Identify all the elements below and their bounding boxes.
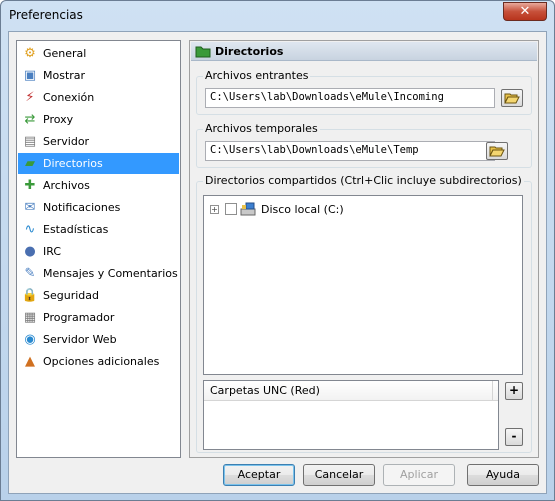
temp-group: Archivos temporales C:\Users\lab\Downloa…: [196, 122, 532, 168]
sidebar-item-label: Notificaciones: [43, 201, 121, 214]
browse-temp-button[interactable]: [486, 142, 508, 160]
sidebar-item-label: Programador: [43, 311, 115, 324]
window-title: Preferencias: [9, 8, 83, 22]
directories-panel: Directorios Archivos entrantes C:\Users\…: [189, 40, 539, 458]
sidebar-item-proxy[interactable]: ⇄ Proxy: [18, 109, 179, 130]
drive-icon: [240, 201, 256, 217]
calendar-icon: ▦: [23, 310, 37, 325]
help-button[interactable]: Ayuda: [467, 464, 539, 486]
sidebar-item-mensajes-y-comentarios[interactable]: ✎ Mensajes y Comentarios: [18, 263, 179, 284]
sidebar-item-label: Mostrar: [43, 69, 86, 82]
shared-label: Directorios compartidos (Ctrl+Clic inclu…: [203, 174, 524, 187]
open-folder-icon: [489, 146, 505, 157]
sidebar-item-label: Estadísticas: [43, 223, 109, 236]
sidebar-item-label: Proxy: [43, 113, 74, 126]
irc-icon: ●: [24, 244, 36, 259]
panel-header: Directorios: [191, 42, 537, 61]
browse-incoming-button[interactable]: [501, 89, 523, 107]
sidebar-item-conexión[interactable]: ⚡ Conexión: [18, 87, 179, 108]
shared-group: Directorios compartidos (Ctrl+Clic inclu…: [196, 174, 532, 453]
notification-icon: ✉: [24, 200, 36, 215]
sidebar-item-label: General: [43, 47, 87, 60]
sidebar-item-servidor[interactable]: ▤ Servidor: [18, 131, 179, 152]
shared-directories-tree[interactable]: + Disco local (C:): [203, 195, 523, 375]
sidebar-item-label: Directorios: [43, 157, 103, 170]
sidebar-item-label: IRC: [43, 245, 62, 258]
folder-icon: ▰: [25, 156, 35, 171]
sidebar-item-label: Seguridad: [43, 289, 99, 302]
incoming-group: Archivos entrantes C:\Users\lab\Download…: [196, 69, 532, 115]
panel-title: Directorios: [215, 44, 284, 58]
sidebar-item-servidor-web[interactable]: ◉ Servidor Web: [18, 329, 179, 350]
sidebar-item-programador[interactable]: ▦ Programador: [18, 307, 179, 328]
sidebar-item-irc[interactable]: ● IRC: [18, 241, 179, 262]
cancel-button[interactable]: Cancelar: [303, 464, 375, 486]
statistics-icon: ∿: [24, 222, 36, 237]
sidebar-item-opciones-adicionales[interactable]: ▲ Opciones adicionales: [18, 351, 179, 372]
sidebar-item-label: Archivos: [43, 179, 90, 192]
preferences-window: Preferencias ✕ ⚙ General ▣ Mostrar ⚡ Conexión…: [0, 0, 555, 501]
incoming-path-field[interactable]: C:\Users\lab\Downloads\eMule\Incoming: [205, 88, 495, 108]
messages-icon: ✎: [24, 266, 36, 281]
sidebar-item-label: Servidor Web: [43, 333, 117, 346]
connection-icon: ⚡: [25, 90, 35, 105]
display-icon: ▣: [23, 68, 37, 83]
folder-icon: [195, 43, 211, 59]
accept-button[interactable]: Aceptar: [223, 464, 295, 486]
tree-item-label: Disco local (C:): [261, 202, 344, 216]
server-icon: ▤: [23, 134, 37, 149]
proxy-icon: ⇄: [24, 112, 36, 127]
temp-path-field[interactable]: C:\Users\lab\Downloads\eMule\Temp: [205, 141, 495, 161]
lock-icon: 🔒: [21, 288, 39, 303]
sidebar-item-directorios[interactable]: ▰ Directorios: [18, 153, 179, 174]
open-folder-icon: [504, 93, 520, 104]
sidebar-item-seguridad[interactable]: 🔒 Seguridad: [18, 285, 179, 306]
title-bar[interactable]: Preferencias ✕: [1, 1, 554, 31]
unc-column-header[interactable]: Carpetas UNC (Red): [204, 381, 498, 401]
gear-icon: ⚙: [24, 46, 36, 61]
remove-unc-button[interactable]: -: [505, 428, 523, 446]
sidebar-item-label: Servidor: [43, 135, 90, 148]
sidebar-item-label: Conexión: [43, 91, 95, 104]
dialog-body: ⚙ General ▣ Mostrar ⚡ Conexión ⇄ Proxy ▤ Servidor…: [8, 31, 547, 494]
sidebar-item-label: Mensajes y Comentarios: [43, 267, 178, 280]
apply-button[interactable]: Aplicar: [383, 464, 455, 486]
sidebar-item-label: Opciones adicionales: [43, 355, 160, 368]
preferences-sidebar: ⚙ General ▣ Mostrar ⚡ Conexión ⇄ Proxy ▤ Servidor…: [16, 40, 181, 458]
sidebar-item-estadísticas[interactable]: ∿ Estadísticas: [18, 219, 179, 240]
sidebar-item-general[interactable]: ⚙ General: [18, 43, 179, 64]
column-divider: [492, 381, 493, 401]
close-button[interactable]: ✕: [503, 2, 547, 21]
options-icon: ▲: [25, 354, 35, 369]
sidebar-item-notificaciones[interactable]: ✉ Notificaciones: [18, 197, 179, 218]
web-icon: ◉: [24, 332, 36, 347]
temp-label: Archivos temporales: [203, 122, 320, 135]
expand-icon[interactable]: +: [210, 204, 219, 214]
unc-folders-list[interactable]: Carpetas UNC (Red): [203, 380, 499, 450]
share-checkbox[interactable]: [225, 203, 237, 215]
files-icon: ✚: [24, 178, 36, 193]
sidebar-item-mostrar[interactable]: ▣ Mostrar: [18, 65, 179, 86]
sidebar-item-archivos[interactable]: ✚ Archivos: [18, 175, 179, 196]
incoming-label: Archivos entrantes: [203, 69, 311, 82]
add-unc-button[interactable]: +: [505, 382, 523, 400]
tree-item-local-disk[interactable]: + Disco local (C:): [210, 201, 344, 217]
